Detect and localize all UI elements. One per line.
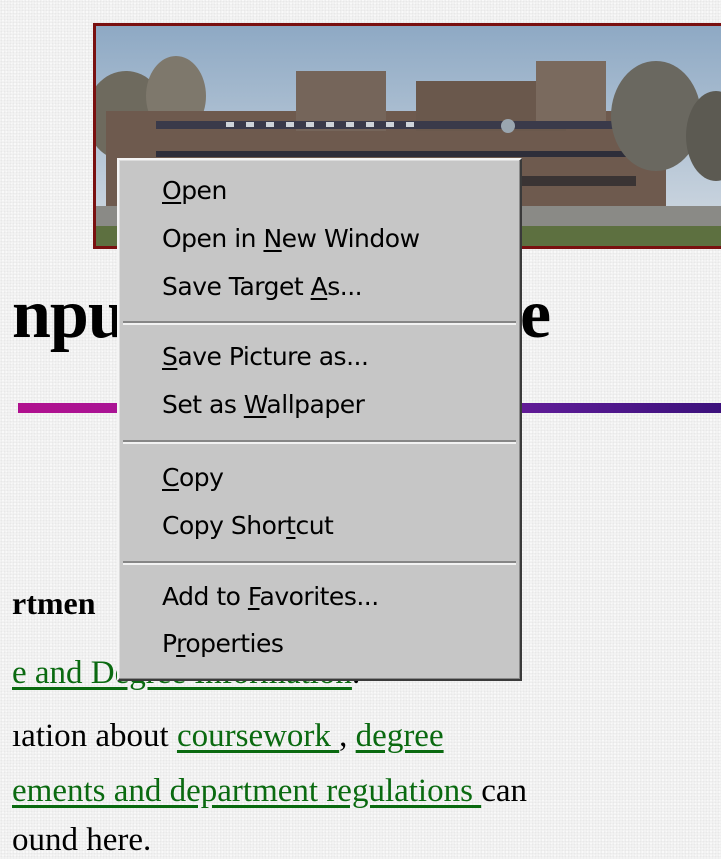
menu-item-properties[interactable]: Properties — [162, 629, 284, 658]
menu-item-set-as-wallpaper-post: allpaper — [266, 390, 365, 419]
menu-item-properties-pre: P — [162, 629, 177, 658]
menu-item-open[interactable]: Open — [162, 176, 227, 205]
line3-tail: can — [481, 773, 527, 809]
page-heading-left: npu — [12, 276, 127, 353]
menu-separator-1 — [123, 321, 516, 325]
menu-item-properties-post: operties — [185, 629, 284, 658]
menu-item-add-to-favorites-pre: Add to — [162, 582, 248, 611]
menu-item-copy-shortcut-post: cut — [295, 511, 334, 540]
text-line-2: ıation about coursework , degree — [12, 718, 444, 755]
menu-item-save-target-as-post: s... — [327, 272, 363, 301]
menu-item-add-to-favorites-post: avorites... — [259, 582, 380, 611]
menu-item-open-new-window-key: N — [263, 224, 282, 253]
menu-item-open-new-window[interactable]: Open in New Window — [162, 224, 420, 253]
menu-item-add-to-favorites-key: F — [247, 582, 260, 611]
menu-item-copy-shortcut-pre: Copy Shor — [162, 511, 287, 540]
page-heading-right: e — [520, 276, 551, 353]
menu-item-open-new-window-pre: Open in — [162, 224, 264, 253]
menu-item-set-as-wallpaper[interactable]: Set as Wallpaper — [162, 390, 365, 419]
requirements-regulations-link[interactable]: ements and department regulations — [12, 773, 481, 809]
menu-item-properties-key: r — [176, 629, 186, 658]
menu-item-save-target-as[interactable]: Save Target As... — [162, 272, 363, 301]
line2-separator: , — [339, 718, 356, 754]
menu-item-copy-post: opy — [178, 463, 224, 492]
menu-item-set-as-wallpaper-key: W — [243, 390, 267, 419]
text-line-3: ements and department regulations can — [12, 773, 527, 810]
menu-item-open-key: O — [162, 176, 182, 205]
text-line-4: ound here. — [12, 822, 152, 858]
menu-separator-3 — [123, 561, 516, 565]
coursework-link[interactable]: coursework — [177, 718, 339, 754]
menu-item-copy-key: C — [162, 463, 179, 492]
menu-item-save-target-as-pre: Save Target — [162, 272, 311, 301]
menu-item-open-post: pen — [181, 176, 227, 205]
line2-prefix: ıation about — [12, 718, 177, 754]
menu-separator-2 — [123, 440, 516, 444]
degree-link[interactable]: degree — [356, 718, 444, 754]
menu-item-save-picture-as-post: ave Picture as... — [177, 342, 369, 371]
menu-item-open-new-window-post: ew Window — [281, 224, 420, 253]
context-menu: Open Open in New Window Save Target As..… — [117, 158, 522, 681]
menu-item-add-to-favorites[interactable]: Add to Favorites... — [162, 582, 379, 611]
menu-item-save-target-as-key: A — [310, 272, 328, 301]
department-label: rtmen — [12, 585, 96, 621]
menu-item-save-picture-as[interactable]: Save Picture as... — [162, 342, 369, 371]
menu-item-copy[interactable]: Copy — [162, 463, 224, 492]
menu-item-set-as-wallpaper-pre: Set as — [162, 390, 244, 419]
menu-item-copy-shortcut[interactable]: Copy Shortcut — [162, 511, 334, 540]
menu-item-save-picture-as-key: S — [162, 342, 178, 371]
